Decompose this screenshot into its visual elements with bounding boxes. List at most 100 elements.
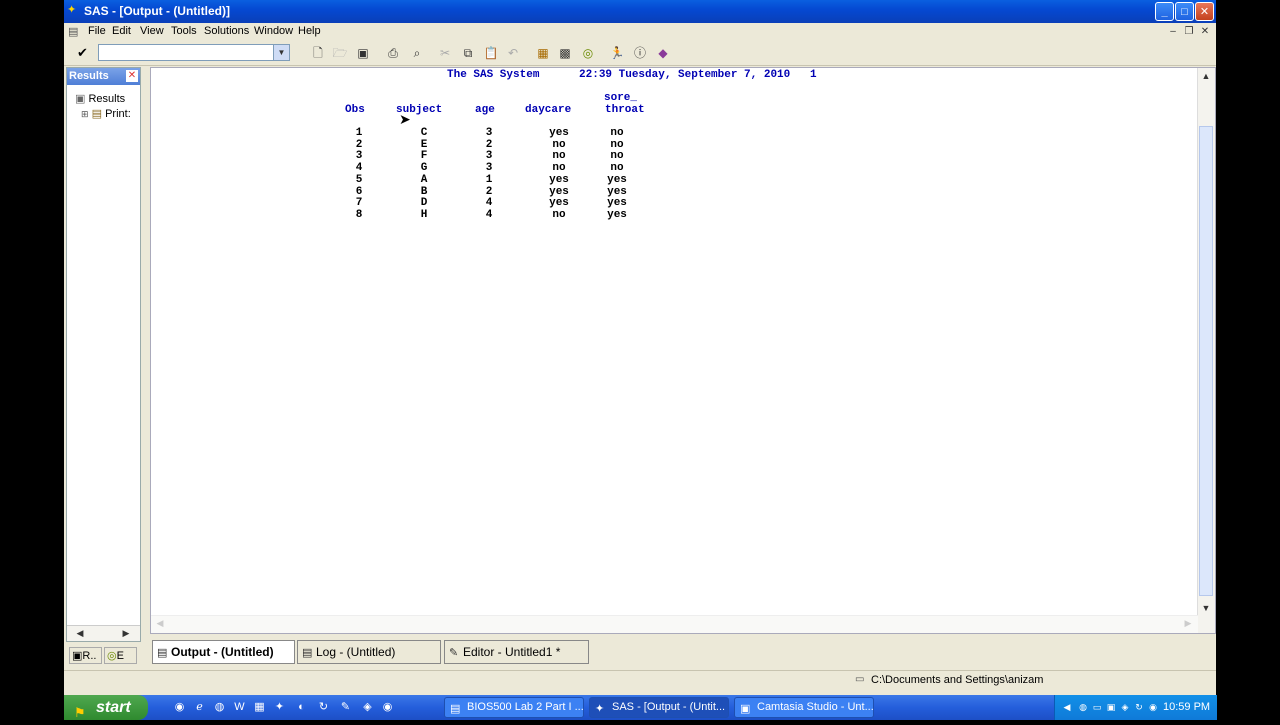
task-sas[interactable]: ✦ SAS - [Output - (Untit... (589, 697, 729, 718)
firefox-icon[interactable]: ◍ (212, 700, 227, 715)
menu-solutions[interactable]: Solutions (204, 25, 249, 37)
tab-explorer[interactable]: ◎E (104, 647, 137, 664)
command-input[interactable]: ▼ (98, 44, 290, 61)
explorer-icon[interactable]: ▩ (556, 44, 574, 62)
tray-record-icon[interactable]: ◉ (1147, 701, 1159, 713)
task-camtasia[interactable]: ▣ Camtasia Studio - Unt... (734, 697, 874, 718)
sas-app-window: ✦ SAS - [Output - (Untitled)] _ □ ✕ ▤ Fi… (64, 0, 1216, 695)
submit-check-icon[interactable]: ✔ (77, 45, 88, 61)
cell-subject: A (420, 173, 428, 186)
results-pane: Results ✕ ▣ Results ⊞ ▤ Print: ◀ ▶ (66, 67, 141, 642)
record-icon[interactable]: ◉ (380, 700, 395, 715)
tray-sync-icon[interactable]: ↻ (1133, 701, 1145, 713)
cell-obs: 6 (355, 185, 363, 198)
cell-daycare: no (552, 208, 566, 221)
tree-item-print[interactable]: ⊞ ▤ Print: (81, 107, 131, 120)
system-tray: ◀ ◍ ▭ ▣ ◈ ↻ ◉ 10:59 PM (1054, 695, 1217, 720)
scroll-up-icon[interactable]: ▲ (1199, 70, 1213, 83)
app-icon[interactable]: ◐ (294, 700, 309, 715)
mdi-restore-icon[interactable]: ❐ (1182, 25, 1196, 39)
tab-log[interactable]: ▤ Log - (Untitled) (297, 640, 441, 664)
cell-daycare: yes (549, 173, 569, 186)
refresh-icon[interactable]: ↻ (316, 700, 331, 715)
scroll-right-icon[interactable]: ▶ (119, 627, 133, 640)
copy-icon[interactable]: ⧉ (459, 44, 477, 62)
menu-help[interactable]: Help (298, 25, 321, 37)
cell-sore-throat: no (610, 162, 624, 175)
chevron-down-icon[interactable]: ▼ (273, 45, 289, 60)
output-horizontal-scrollbar[interactable]: ◀ ▶ (151, 615, 1198, 633)
output-window[interactable]: The SAS System 22:39 Tuesday, September … (150, 67, 1216, 634)
output-tab-icon: ▤ (157, 647, 168, 659)
output-vertical-scrollbar[interactable]: ▲ ▼ (1197, 68, 1215, 633)
menu-view[interactable]: View (140, 25, 164, 37)
find-icon[interactable]: ◎ (579, 44, 597, 62)
save-icon[interactable]: ▣ (354, 44, 372, 62)
help-book-icon[interactable]: ◆ (654, 44, 672, 62)
run-icon[interactable]: 🏃 (608, 44, 626, 62)
column-header-daycare: daycare (525, 104, 572, 116)
mdi-close-icon[interactable]: ✕ (1198, 25, 1212, 39)
scroll-down-icon[interactable]: ▼ (1199, 602, 1213, 615)
new-file-icon[interactable]: 🗋 (309, 44, 327, 62)
word-icon[interactable]: W (232, 700, 247, 715)
cell-age: 3 (485, 150, 493, 163)
sas-app-icon[interactable]: ✦ (67, 4, 80, 17)
chrome-icon[interactable]: ◉ (172, 700, 187, 715)
tray-display-icon[interactable]: ▣ (1105, 701, 1117, 713)
paste-icon[interactable]: 📋 (482, 44, 500, 62)
sas-task-icon: ✦ (595, 703, 605, 715)
tray-expand-icon[interactable]: ◀ (1061, 701, 1073, 713)
scroll-left-icon[interactable]: ◀ (73, 627, 87, 640)
menu-tools[interactable]: Tools (171, 25, 197, 37)
scroll-left-icon[interactable]: ◀ (153, 617, 167, 630)
cut-icon[interactable]: ✂ (436, 44, 454, 62)
undo-icon[interactable]: ↶ (504, 44, 522, 62)
doc-icon[interactable]: ▤ (68, 25, 78, 38)
tab-output[interactable]: ▤ Output - (Untitled) (152, 640, 295, 664)
cell-sore-throat: no (610, 150, 624, 163)
results-horizontal-scrollbar[interactable]: ◀ ▶ (67, 625, 140, 641)
tool-icon[interactable]: ▦ (252, 700, 267, 715)
cell-subject: G (420, 162, 428, 175)
media-icon[interactable]: ◈ (360, 700, 375, 715)
cell-daycare: no (552, 138, 566, 151)
feather-icon[interactable]: ✎ (338, 700, 353, 715)
close-button[interactable]: ✕ (1195, 2, 1214, 21)
tray-shield-icon[interactable]: ◈ (1119, 701, 1131, 713)
libraries-icon[interactable]: ▦ (534, 44, 552, 62)
maximize-button[interactable]: □ (1175, 2, 1194, 21)
tab-results[interactable]: ▣R.. (69, 647, 102, 664)
print-preview-icon[interactable]: ⌕ (408, 44, 426, 62)
cell-obs: 4 (355, 162, 363, 175)
close-icon[interactable]: ✕ (126, 70, 138, 82)
tray-monitor-icon[interactable]: ▭ (1091, 701, 1103, 713)
menu-file[interactable]: File (88, 25, 106, 37)
tab-editor[interactable]: ✎ Editor - Untitled1 * (444, 640, 589, 664)
menu-edit[interactable]: Edit (112, 25, 131, 37)
expand-plus-icon[interactable]: ⊞ (81, 109, 89, 119)
cell-age: 4 (485, 197, 493, 210)
cell-sore-throat: no (610, 138, 624, 151)
task-bios500[interactable]: ▤ BIOS500 Lab 2 Part I ... (444, 697, 584, 718)
word-doc-icon: ▤ (450, 703, 461, 715)
ie-icon[interactable]: ℯ (192, 700, 207, 715)
cell-age: 3 (485, 162, 493, 175)
start-button[interactable]: ⚑ start (64, 695, 148, 720)
mdi-minimize-icon[interactable]: – (1166, 25, 1180, 39)
tree-item-results[interactable]: ▣ Results (75, 92, 125, 105)
sas-icon[interactable]: ✦ (272, 700, 287, 715)
minimize-button[interactable]: _ (1155, 2, 1174, 21)
tray-network-icon[interactable]: ◍ (1077, 701, 1089, 713)
menu-window[interactable]: Window (254, 25, 293, 37)
mouse-cursor-icon: ➤ (399, 111, 411, 127)
open-folder-icon[interactable]: 🗁 (331, 44, 349, 62)
current-directory[interactable]: C:\Documents and Settings\anizam (871, 674, 1043, 686)
title-bar[interactable]: ✦ SAS - [Output - (Untitled)] _ □ ✕ (64, 0, 1216, 23)
print-icon[interactable]: ⎙ (384, 44, 402, 62)
scroll-right-icon[interactable]: ▶ (1181, 617, 1195, 630)
break-icon[interactable]: ⓘ (631, 44, 649, 62)
taskbar: ⚑ start ◉ ℯ ◍ W ▦ ✦ ◐ ↻ ✎ ◈ ◉ ▤ BIOS500 … (64, 695, 1217, 720)
cell-sore-throat: yes (607, 208, 627, 221)
scroll-thumb[interactable] (1199, 126, 1213, 596)
